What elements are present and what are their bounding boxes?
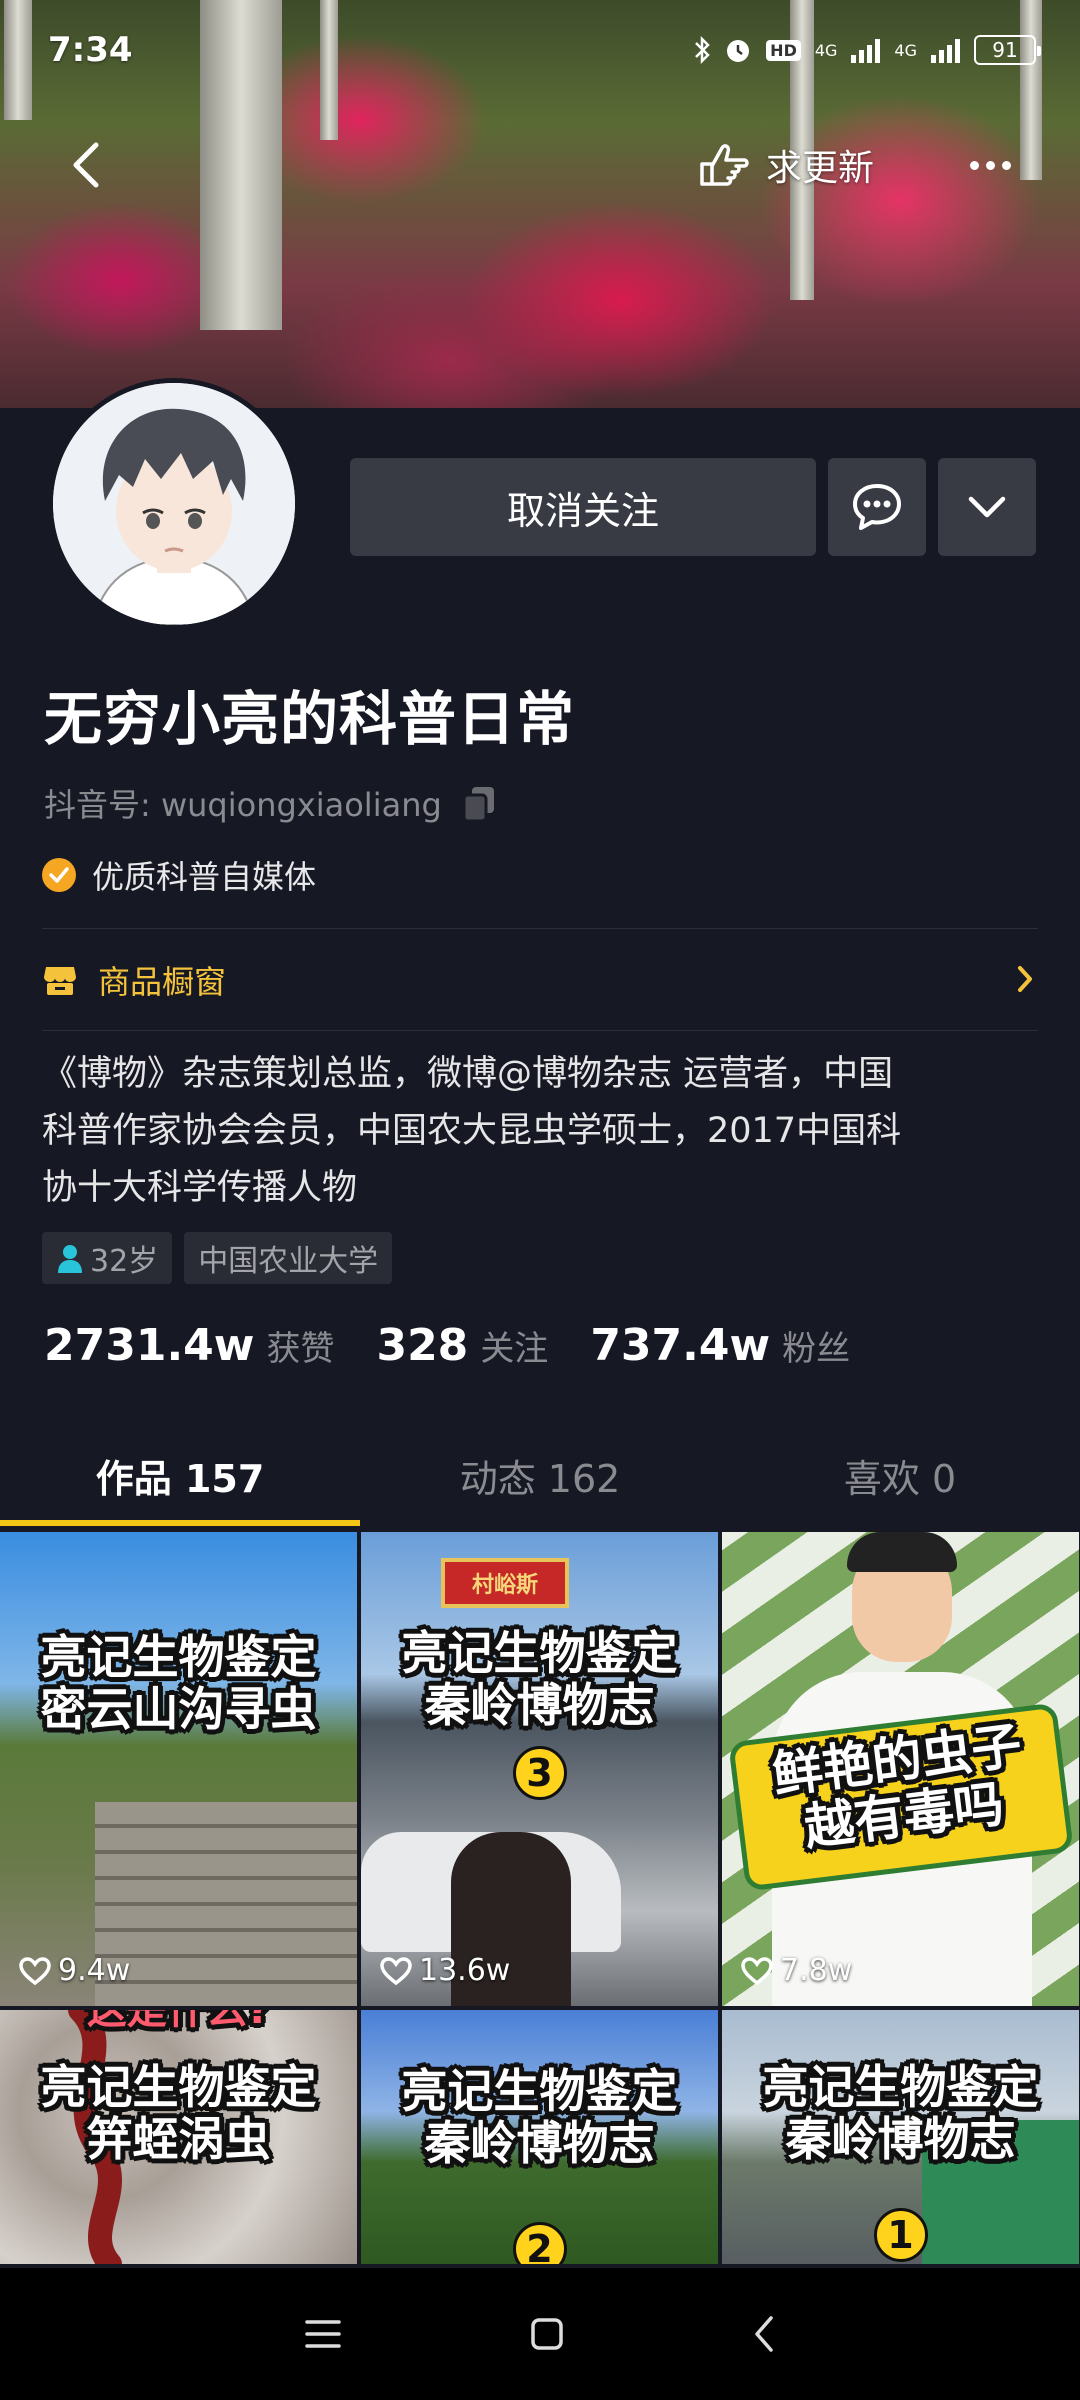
heart-icon bbox=[741, 1956, 773, 1985]
video-tile[interactable]: 亮记生物鉴定 密云山沟寻虫 9.4w bbox=[0, 1532, 357, 2006]
avatar-illustration bbox=[53, 383, 295, 625]
network-type: 4G bbox=[814, 40, 838, 60]
shop-icon bbox=[44, 967, 76, 995]
following-stat[interactable]: 328 关注 bbox=[376, 1320, 548, 1371]
video-tile[interactable]: 亮记生物鉴定 秦岭博物志 1 bbox=[722, 2010, 1079, 2264]
video-tile[interactable]: 亮记生物鉴定 秦岭博物志 2 bbox=[361, 2010, 718, 2264]
heart-icon bbox=[19, 1956, 51, 1985]
presenter-hair bbox=[847, 1532, 957, 1572]
video-title-line2: 笄蛭涡虫 bbox=[86, 2111, 271, 2166]
chevron-down-icon bbox=[968, 496, 1006, 518]
video-title-line2: 秦岭博物志 bbox=[424, 1677, 655, 1732]
video-top-text: 这是什么? bbox=[86, 2010, 271, 2033]
video-title-line2: 秦岭博物志 bbox=[424, 2115, 655, 2170]
copy-icon[interactable] bbox=[460, 783, 500, 823]
divider bbox=[42, 1030, 1038, 1031]
video-likes: 13.6w bbox=[379, 1953, 510, 1988]
verified-text: 优质科普自媒体 bbox=[92, 858, 317, 896]
home-square-icon[interactable] bbox=[529, 2316, 565, 2352]
douyin-id-row: 抖音号: wuqiongxiaoliang bbox=[44, 780, 500, 826]
bio-line: 科普作家协会会员，中国农大昆虫学硕士，2017中国科 bbox=[42, 1111, 902, 1151]
profile-actions: 取消关注 bbox=[350, 458, 1036, 556]
status-icons: HD 4G 4G 91 bbox=[694, 35, 1041, 65]
episode-badge: 2 bbox=[512, 2222, 567, 2264]
bio-line: 《博物》杂志策划总监，微博@博物杂志 运营者，中国 bbox=[42, 1054, 894, 1094]
video-likes: 9.4w bbox=[18, 1953, 130, 1988]
bluetooth-icon bbox=[695, 36, 710, 64]
chat-icon bbox=[853, 484, 901, 530]
video-tile[interactable]: 村峪斯 亮记生物鉴定 秦岭博物志 3 13.6w bbox=[361, 1532, 718, 2006]
request-update-button[interactable]: 求更新 bbox=[696, 132, 874, 198]
avatar[interactable] bbox=[48, 378, 300, 630]
network-type-2: 4G bbox=[894, 40, 917, 60]
tab-activity[interactable]: 动态 162 bbox=[360, 1420, 720, 1530]
episode-badge: 1 bbox=[873, 2208, 928, 2262]
chevron-right-icon bbox=[1018, 966, 1032, 992]
shop-window-label: 商品橱窗 bbox=[98, 963, 227, 1001]
expand-button[interactable] bbox=[938, 458, 1036, 556]
status-time: 7:34 bbox=[48, 30, 133, 70]
back-icon bbox=[73, 142, 99, 188]
hd-icon: HD bbox=[766, 39, 801, 61]
back-button[interactable] bbox=[52, 132, 118, 198]
hand-pointer-icon bbox=[700, 144, 749, 186]
gate-sign: 村峪斯 bbox=[441, 1558, 569, 1608]
system-nav-bar bbox=[0, 2268, 1080, 2400]
request-update-label: 求更新 bbox=[766, 148, 875, 189]
video-title-line1: 亮记生物鉴定 bbox=[401, 2064, 678, 2118]
status-bar: 7:34 HD 4G 4G 91 bbox=[0, 0, 1080, 100]
shop-window-row[interactable]: 商品橱窗 bbox=[42, 930, 1038, 1030]
bio-line: 协十大科学传播人物 bbox=[42, 1168, 358, 1208]
nickname: 无穷小亮的科普日常 bbox=[44, 685, 576, 753]
battery-icon: 91 bbox=[974, 35, 1041, 65]
more-button[interactable] bbox=[955, 132, 1025, 198]
message-button[interactable] bbox=[828, 458, 926, 556]
video-tile[interactable]: 这是什么? 亮记生物鉴定 笄蛭涡虫 bbox=[0, 2010, 357, 2264]
top-nav: 求更新 bbox=[0, 120, 1080, 210]
video-title-line1: 亮记生物鉴定 bbox=[401, 1626, 678, 1680]
video-title-line1: 亮记生物鉴定 bbox=[40, 2060, 317, 2114]
verified-check-icon bbox=[42, 858, 76, 892]
tab-likes[interactable]: 喜欢 0 bbox=[720, 1420, 1080, 1530]
video-likes: 7.8w bbox=[740, 1953, 852, 1988]
heart-icon bbox=[380, 1956, 412, 1985]
likes-stat: 2731.4w 获赞 bbox=[44, 1320, 335, 1371]
school-tag: 中国农业大学 bbox=[184, 1232, 393, 1284]
alarm-icon bbox=[727, 40, 750, 62]
person-icon bbox=[58, 1245, 82, 1273]
video-title-line1: 亮记生物鉴定 bbox=[762, 2060, 1039, 2114]
video-title-line2: 秦岭博物志 bbox=[785, 2111, 1016, 2166]
video-grid: 亮记生物鉴定 密云山沟寻虫 9.4w 村峪斯 亮记生物鉴定 秦岭博物志 3 13… bbox=[0, 1532, 1080, 2264]
douyin-id: 抖音号: wuqiongxiaoliang bbox=[44, 786, 442, 824]
bio: 《博物》杂志策划总监，微博@博物杂志 运营者，中国 科普作家协会会员，中国农大昆… bbox=[42, 1046, 962, 1217]
tab-works[interactable]: 作品 157 bbox=[0, 1420, 360, 1530]
stats-row: 2731.4w 获赞 328 关注 737.4w 粉丝 bbox=[44, 1320, 892, 1371]
profile-tags: 32岁 中国农业大学 bbox=[42, 1232, 393, 1284]
menu-icon[interactable] bbox=[303, 2317, 343, 2351]
signal-icon bbox=[851, 37, 881, 63]
signal-icon-2 bbox=[931, 37, 960, 63]
video-tile[interactable]: 鲜艳的虫子 越有毒吗 7.8w bbox=[722, 1532, 1079, 2006]
episode-badge: 3 bbox=[512, 1746, 567, 1800]
divider bbox=[42, 928, 1038, 929]
video-title-line1: 亮记生物鉴定 bbox=[40, 1630, 317, 1684]
unfollow-button[interactable]: 取消关注 bbox=[350, 458, 816, 556]
followers-stat[interactable]: 737.4w 粉丝 bbox=[590, 1320, 850, 1371]
verified-row: 优质科普自媒体 bbox=[42, 852, 316, 898]
profile-tabs: 作品 157 动态 162 喜欢 0 bbox=[0, 1420, 1080, 1530]
more-icon bbox=[969, 160, 979, 170]
age-tag: 32岁 bbox=[42, 1232, 173, 1284]
stone-wall bbox=[95, 1802, 357, 2006]
nav-back-icon[interactable] bbox=[751, 2314, 777, 2354]
video-title-line2: 密云山沟寻虫 bbox=[40, 1681, 317, 1736]
